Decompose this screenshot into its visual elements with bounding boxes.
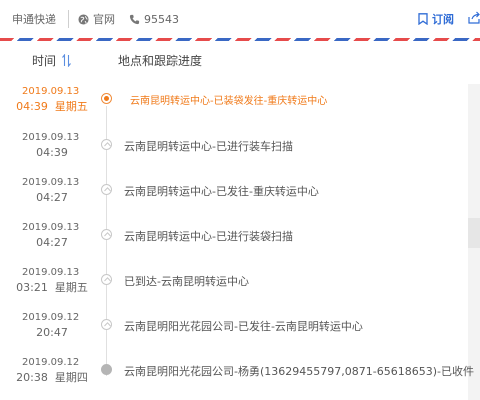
chevron-up-icon [101, 139, 112, 150]
subscribe-button[interactable]: 订阅 [418, 11, 454, 27]
chevron-up-icon [101, 184, 112, 195]
event-time: 04:27 [36, 236, 68, 249]
event-description: 云南昆明阳光花园公司-已发往-云南昆明转运中心 [124, 320, 363, 333]
event-time: 04:39 [36, 146, 68, 159]
subscribe-label[interactable]: 订阅 [432, 11, 454, 27]
event-date: 2019.09.13 [22, 267, 80, 278]
event-description: 云南昆明转运中心-已装袋发往-重庆转运中心 [130, 96, 328, 107]
event-description: 云南昆明转运中心-已进行装车扫描 [124, 140, 293, 153]
header-bar: 申通快递 官网 95543 [0, 0, 480, 38]
event-description: 云南昆明转运中心-已发往-重庆转运中心 [124, 185, 319, 198]
time-column-label: 时间 [32, 54, 57, 68]
right-panel-scroll-thumb[interactable] [468, 218, 480, 248]
phone-info: 95543 [129, 13, 179, 26]
chevron-up-icon [101, 229, 112, 240]
phone-number: 95543 [144, 12, 179, 26]
event-time: 03:21 星期五 [16, 281, 88, 294]
event-time: 20:38 星期四 [16, 371, 88, 384]
airmail-stripe-divider [0, 38, 480, 41]
bookmark-icon [418, 13, 428, 25]
event-date: 2019.09.13 [22, 222, 80, 233]
event-time: 04:39 星期五 [16, 100, 88, 113]
chevron-up-icon [101, 319, 112, 330]
share-icon [468, 11, 480, 24]
carrier-name: 申通快递 [12, 13, 56, 26]
sort-icon[interactable] [62, 54, 71, 67]
share-button[interactable] [468, 11, 480, 27]
time-column-header[interactable]: 时间 [32, 52, 71, 69]
chevron-up-icon [101, 274, 112, 285]
event-date: 2019.09.13 [22, 86, 80, 97]
event-time: 04:27 [36, 191, 68, 204]
event-time: 20:47 [36, 326, 68, 339]
website-link[interactable]: 官网 [78, 11, 115, 27]
progress-column-label: 地点和跟踪进度 [118, 54, 203, 68]
phone-icon [129, 14, 140, 24]
globe-icon [78, 13, 89, 25]
event-date: 2019.09.12 [22, 312, 80, 323]
website-label[interactable]: 官网 [93, 11, 115, 27]
origin-status-dot [101, 364, 112, 375]
event-date: 2019.09.13 [22, 177, 80, 188]
current-status-dot [101, 93, 112, 104]
event-date: 2019.09.13 [22, 132, 80, 143]
event-description: 云南昆明转运中心-已进行装袋扫描 [124, 230, 293, 243]
header-divider [68, 10, 69, 28]
progress-column-header: 地点和跟踪进度 [118, 52, 202, 69]
event-description: 已到达-云南昆明转运中心 [124, 275, 249, 288]
event-date: 2019.09.12 [22, 357, 80, 368]
event-description: 云南昆明阳光花园公司-杨勇(13629455797,0871-65618653)… [124, 365, 474, 378]
